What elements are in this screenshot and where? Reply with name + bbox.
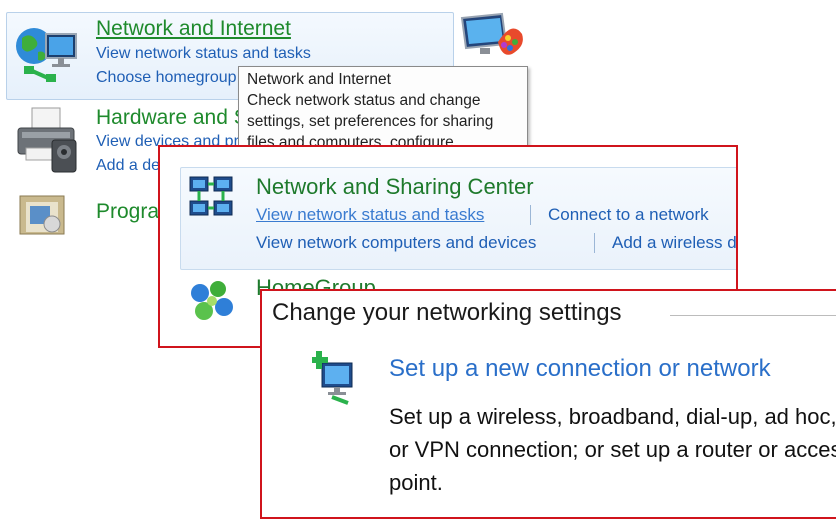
appearance-icon xyxy=(458,12,526,64)
network-sharing-center-icon xyxy=(186,173,238,225)
link-separator xyxy=(530,205,531,225)
programs-icon xyxy=(16,192,74,236)
network-internet-tooltip: Network and Internet Check network statu… xyxy=(238,66,528,146)
link-separator xyxy=(594,233,595,253)
choose-homegroup-link[interactable]: Choose homegroup xyxy=(96,69,237,87)
networking-settings-page: Change your networking settings Set up a… xyxy=(260,289,836,519)
tooltip-line-2: settings, set preferences for sharing xyxy=(247,113,494,130)
setup-new-connection-description: Set up a wireless, broadband, dial-up, a… xyxy=(389,404,836,495)
network-internet-title[interactable]: Network and Internet xyxy=(96,17,291,41)
setup-new-connection-link[interactable]: Set up a new connection or network xyxy=(389,355,771,383)
new-connection-icon xyxy=(310,349,366,407)
networking-settings-heading: Change your networking settings xyxy=(272,299,622,326)
view-network-status-link[interactable]: View network status and tasks xyxy=(96,45,311,63)
view-network-status-link[interactable]: View network status and tasks xyxy=(256,205,484,225)
heading-divider xyxy=(670,315,836,316)
tooltip-title: Network and Internet xyxy=(247,71,391,88)
network-globe-icon xyxy=(10,18,82,88)
add-wireless-device-link[interactable]: Add a wireless device to the network xyxy=(612,233,736,253)
tooltip-line-3: files and computers, configure xyxy=(247,134,454,146)
connect-to-network-link[interactable]: Connect to a network xyxy=(548,205,709,225)
network-sharing-center-title[interactable]: Network and Sharing Center xyxy=(256,174,534,200)
homegroup-icon xyxy=(186,279,238,325)
view-network-computers-link[interactable]: View network computers and devices xyxy=(256,233,536,253)
printer-icon xyxy=(12,106,80,176)
tooltip-line-1: Check network status and change xyxy=(247,92,481,109)
